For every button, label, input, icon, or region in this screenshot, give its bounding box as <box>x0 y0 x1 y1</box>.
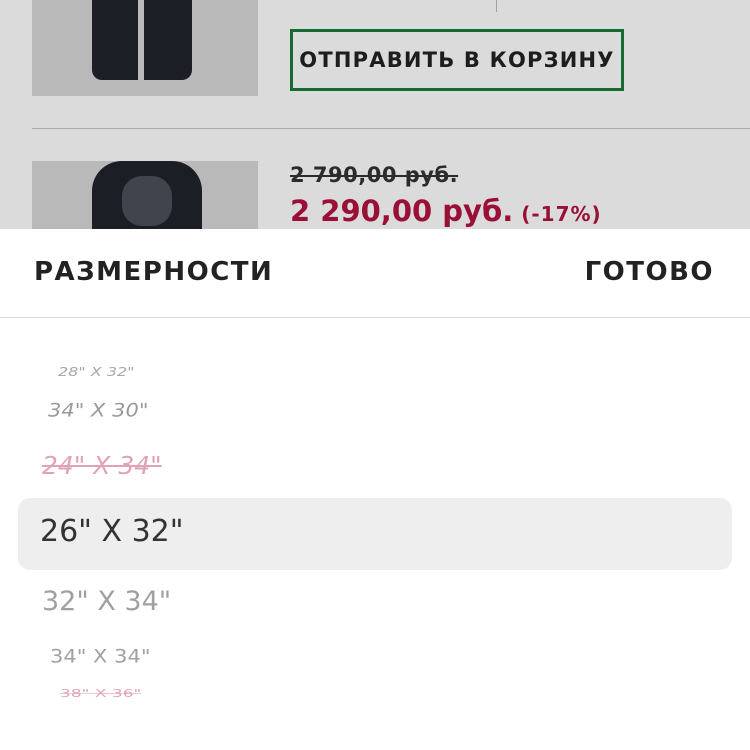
picker-option[interactable]: 34" X 30" <box>48 399 149 421</box>
picker-option-selected[interactable]: 26" X 32" <box>40 514 184 549</box>
done-button[interactable]: ГОТОВО <box>585 257 714 287</box>
product-list: ОТПРАВИТЬ В КОРЗИНУ 2 790,00 руб. 2 290,… <box>0 0 750 230</box>
picker-header: РАЗМЕРНОСТИ ГОТОВО <box>0 229 750 318</box>
size-picker-wheel[interactable]: 28" X 32" 34" X 30" 24" X 34" 26" X 32" … <box>0 318 750 718</box>
picker-title: РАЗМЕРНОСТИ <box>34 257 274 287</box>
dim-overlay[interactable] <box>0 0 750 230</box>
picker-option[interactable]: 34" X 34" <box>50 645 151 667</box>
picker-option-unavailable[interactable]: 38" X 36" <box>60 688 141 700</box>
size-picker-sheet: РАЗМЕРНОСТИ ГОТОВО 28" X 32" 34" X 30" 2… <box>0 229 750 750</box>
picker-option[interactable]: 32" X 34" <box>42 586 171 617</box>
picker-option[interactable]: 28" X 32" <box>58 364 135 379</box>
picker-option-unavailable[interactable]: 24" X 34" <box>42 451 162 480</box>
